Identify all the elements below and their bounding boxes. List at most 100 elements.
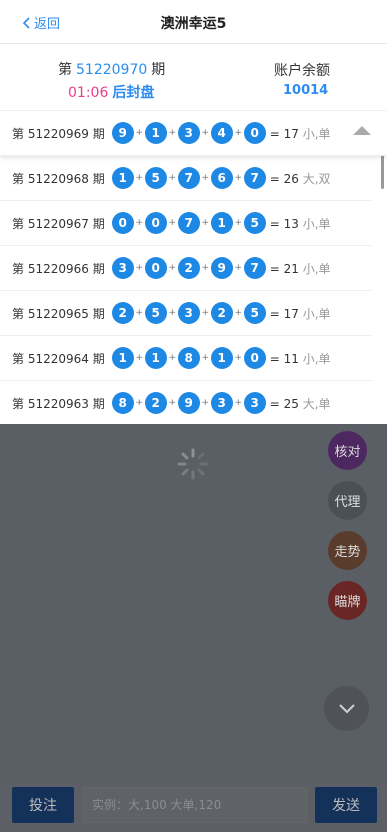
result-summary: = 11 小,单 [270, 350, 331, 367]
agent-button[interactable]: 代理 [328, 481, 367, 520]
result-period-label: 第 51220969 期 [12, 126, 105, 141]
number-ball: 0 [144, 212, 167, 234]
number-ball: 4 [210, 122, 233, 144]
result-tag: 小,单 [302, 261, 331, 276]
close-status: 后封盘 [112, 85, 155, 101]
plus-sign: + [234, 128, 242, 138]
result-tag: 小,单 [302, 126, 331, 141]
current-period: 第 51220970 期 [58, 59, 165, 79]
plus-sign: + [168, 308, 176, 318]
scrollbar[interactable] [381, 155, 384, 189]
result-summary: = 17 小,单 [270, 125, 331, 142]
plus-sign: + [135, 128, 143, 138]
number-ball: 7 [243, 167, 266, 189]
number-ball: 2 [210, 302, 233, 324]
number-ball: 1 [210, 347, 233, 369]
plus-sign: + [135, 173, 143, 183]
number-ball: 0 [111, 212, 134, 234]
balance-label: 账户余额 [274, 63, 330, 79]
result-sum: = 21 [269, 261, 299, 276]
plus-sign: + [201, 218, 209, 228]
result-summary: = 17 小,单 [270, 305, 331, 322]
number-ball: 2 [177, 257, 200, 279]
loading-spinner-icon [177, 448, 209, 480]
number-ball: 0 [243, 122, 266, 144]
period-prefix: 第 [58, 62, 72, 78]
plus-sign: + [234, 353, 242, 363]
scroll-down-button[interactable] [324, 686, 369, 731]
top-bar: 返回 澳洲幸运5 [0, 0, 387, 44]
result-period-label: 第 51220967 期 [12, 216, 105, 231]
plus-sign: + [168, 263, 176, 273]
bet-input[interactable] [83, 787, 307, 823]
number-ball: 1 [111, 167, 134, 189]
plus-sign: + [168, 398, 176, 408]
number-ball: 5 [243, 212, 266, 234]
number-ball: 1 [210, 212, 233, 234]
page-title: 澳洲幸运5 [160, 16, 227, 32]
number-ball: 3 [210, 392, 233, 414]
number-ball: 3 [177, 302, 200, 324]
result-row: 第 51220968 期 1 +5 +7 +6 +7 = 26 大,双 [0, 156, 372, 201]
plus-sign: + [234, 308, 242, 318]
result-period-label: 第 51220963 期 [12, 396, 105, 411]
result-sum: = 17 [269, 126, 299, 141]
plus-sign: + [201, 308, 209, 318]
number-ball: 8 [177, 347, 200, 369]
bet-footer: 投注 发送 [0, 783, 387, 832]
current-period-panel: 第 51220970 期 01:06 后封盘 账户余额 10014 [0, 44, 387, 110]
result-sum: = 13 [269, 216, 299, 231]
result-period-label: 第 51220968 期 [12, 171, 105, 186]
plus-sign: + [234, 398, 242, 408]
verify-button[interactable]: 核对 [328, 431, 367, 470]
result-period-label: 第 51220964 期 [12, 351, 105, 366]
send-button[interactable]: 发送 [315, 787, 377, 823]
number-ball: 3 [111, 257, 134, 279]
results-list[interactable]: 第 51220969 期 9 +1 +3 +4 +0 = 17 小,单第 51220968 … [0, 110, 387, 424]
plus-sign: + [135, 398, 143, 408]
result-row: 第 51220967 期 0 +0 +7 +1 +5 = 13 小,单 [0, 201, 372, 246]
balance-value: 10014 [283, 83, 329, 98]
plus-sign: + [168, 128, 176, 138]
result-row: 第 51220965 期 2 +5 +3 +2 +5 = 17 小,单 [0, 291, 372, 336]
result-tag: 小,单 [302, 306, 331, 321]
result-sum: = 25 [269, 396, 299, 411]
number-ball: 5 [144, 302, 167, 324]
result-tag: 大,单 [302, 396, 331, 411]
plus-sign: + [168, 218, 176, 228]
number-ball: 1 [144, 122, 167, 144]
number-ball: 3 [243, 392, 266, 414]
result-summary: = 25 大,单 [270, 395, 331, 412]
number-ball: 6 [210, 167, 233, 189]
plus-sign: + [201, 353, 209, 363]
plus-sign: + [201, 173, 209, 183]
result-tag: 大,双 [302, 171, 331, 186]
trend-button[interactable]: 走势 [328, 531, 367, 570]
period-suffix: 期 [151, 62, 166, 78]
result-row: 第 51220966 期 3 +0 +2 +9 +7 = 21 小,单 [0, 246, 372, 291]
plus-sign: + [135, 308, 143, 318]
plus-sign: + [234, 173, 242, 183]
number-ball: 9 [111, 122, 134, 144]
bet-button[interactable]: 投注 [12, 787, 74, 823]
plus-sign: + [234, 218, 242, 228]
collapse-arrow-icon[interactable] [353, 126, 371, 135]
number-ball: 0 [144, 257, 167, 279]
plus-sign: + [201, 128, 209, 138]
result-summary: = 21 小,单 [270, 260, 331, 277]
plus-sign: + [168, 173, 176, 183]
number-ball: 3 [177, 122, 200, 144]
countdown: 01:06 后封盘 [68, 82, 154, 102]
plus-sign: + [201, 263, 209, 273]
result-summary: = 13 小,单 [270, 215, 331, 232]
number-ball: 9 [177, 392, 200, 414]
result-period-label: 第 51220966 期 [12, 261, 105, 276]
countdown-time: 01:06 [68, 85, 109, 101]
result-tag: 小,单 [302, 351, 331, 366]
number-ball: 7 [243, 257, 266, 279]
number-ball: 2 [111, 302, 134, 324]
plus-sign: + [234, 263, 242, 273]
peek-button[interactable]: 瞄牌 [328, 581, 367, 620]
result-sum: = 17 [269, 306, 299, 321]
result-row: 第 51220969 期 9 +1 +3 +4 +0 = 17 小,单 [0, 111, 387, 156]
